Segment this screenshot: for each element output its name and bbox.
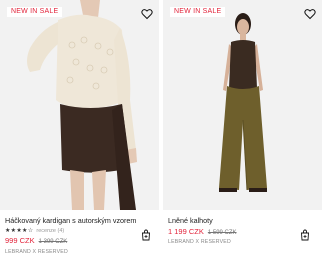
product-title[interactable]: Háčkovaný kardigan s autorským vzorem [5, 216, 136, 225]
sale-badge: NEW IN SALE [7, 7, 63, 17]
product-image-linen-trousers[interactable]: NEW IN SALE [163, 0, 322, 210]
product-prices: 999 CZK 1 399 CZK [5, 236, 67, 245]
heart-icon[interactable] [304, 8, 316, 20]
sale-price: 1 199 CZK [168, 227, 204, 236]
product-title[interactable]: Lněné kalhoty [168, 216, 213, 225]
product-prices: 1 199 CZK 1 599 CZK [168, 227, 237, 236]
rating-stars: ★★★★☆ [5, 228, 34, 234]
brand-label: LEBRAND X RESERVED [5, 249, 68, 255]
original-price: 1 399 CZK [38, 239, 68, 245]
product-rating: ★★★★☆ recenze (4) [5, 227, 64, 235]
original-price: 1 599 CZK [207, 230, 237, 236]
product-card-cardigan[interactable]: NEW IN SALE Háčkovaný kardigan s autorsk… [0, 0, 159, 270]
model-photo-cardigan [0, 0, 159, 210]
sale-price: 999 CZK [5, 236, 35, 245]
product-card-linen-trousers[interactable]: NEW IN SALE Lněné kalhoty 1 199 CZK 1 59… [163, 0, 322, 270]
shopping-bag-icon[interactable] [299, 229, 311, 241]
rating-count[interactable]: recenze (4) [36, 228, 64, 234]
brand-label: LEBRAND X RESERVED [168, 239, 231, 245]
heart-icon[interactable] [141, 8, 153, 20]
sale-badge: NEW IN SALE [170, 7, 226, 17]
model-photo-trousers [163, 0, 322, 210]
shopping-bag-icon[interactable] [140, 229, 152, 241]
product-image-cardigan[interactable]: NEW IN SALE [0, 0, 159, 210]
